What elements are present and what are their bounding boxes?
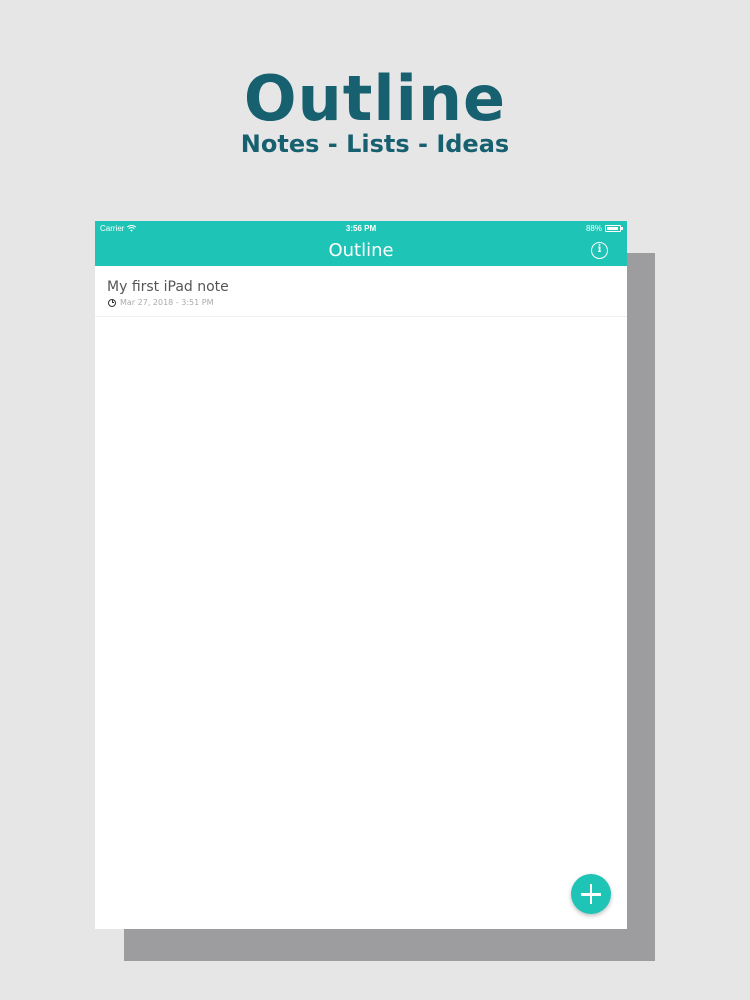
battery-percent: 88% bbox=[585, 224, 602, 233]
ipad-screen: Carrier 3:56 PM 88% Outline i My first i… bbox=[95, 221, 627, 929]
status-right: 88% bbox=[585, 224, 623, 233]
note-date: Mar 27, 2018 - 3:51 PM bbox=[120, 298, 214, 307]
note-list-item[interactable]: My first iPad note Mar 27, 2018 - 3:51 P… bbox=[95, 266, 627, 317]
status-time: 3:56 PM bbox=[345, 224, 377, 233]
promo-page: Outline Notes - Lists - Ideas Carrier 3:… bbox=[0, 0, 750, 1000]
battery-icon bbox=[605, 225, 623, 232]
note-meta: Mar 27, 2018 - 3:51 PM bbox=[108, 298, 213, 307]
note-title: My first iPad note bbox=[107, 279, 229, 295]
plus-icon-vertical bbox=[589, 884, 593, 904]
status-bar: Carrier 3:56 PM 88% bbox=[95, 221, 627, 236]
battery-tip bbox=[621, 227, 623, 230]
promo-subtitle: Notes - Lists - Ideas bbox=[240, 130, 510, 158]
add-note-button[interactable] bbox=[571, 874, 611, 914]
nav-title: Outline bbox=[328, 240, 394, 261]
nav-bar: Outline i bbox=[95, 236, 627, 266]
info-icon[interactable]: i bbox=[591, 242, 608, 259]
promo-title: Outline bbox=[243, 62, 507, 135]
clock-icon bbox=[108, 298, 116, 307]
battery-fill bbox=[607, 227, 618, 230]
